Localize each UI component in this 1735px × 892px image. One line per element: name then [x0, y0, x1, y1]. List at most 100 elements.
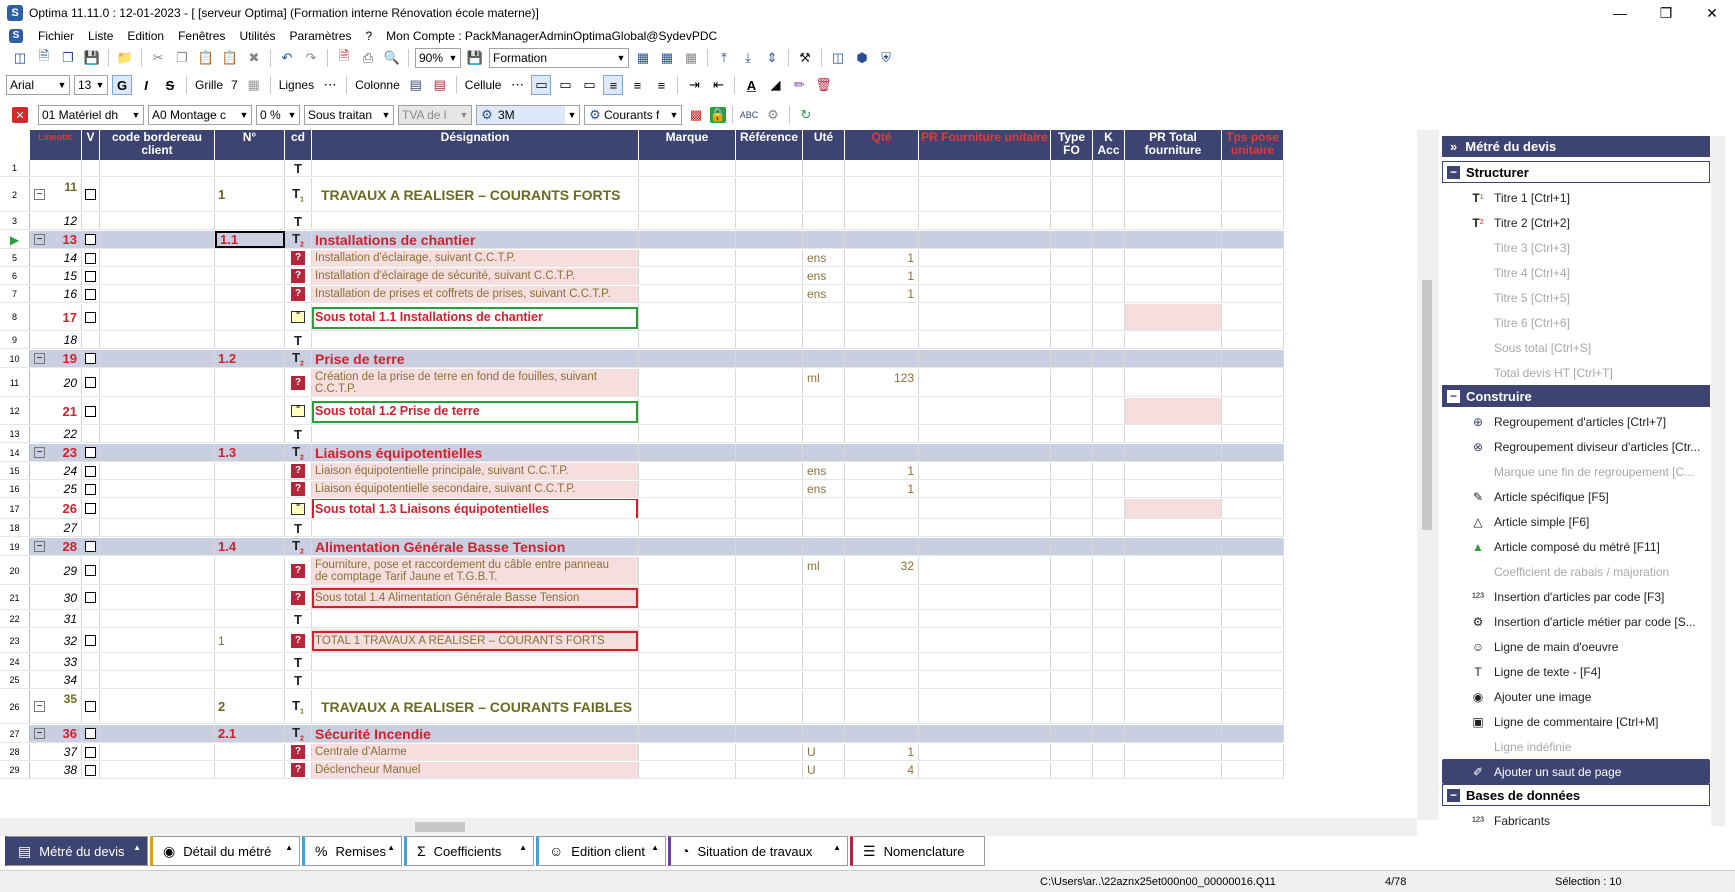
cell[interactable] [1051, 369, 1093, 396]
table-row[interactable]: 8 17 ≡ Sous total 1.1 Installations de chan… [0, 304, 1284, 331]
validate-checkbox[interactable] [85, 592, 96, 603]
cell[interactable] [100, 520, 215, 536]
validate-checkbox[interactable] [85, 635, 96, 646]
cell[interactable] [1051, 332, 1093, 348]
cell[interactable]: 32 [845, 557, 919, 584]
cell[interactable] [100, 690, 215, 723]
fill-color-icon[interactable]: ◢ [765, 75, 785, 95]
cell[interactable] [845, 231, 919, 248]
cell[interactable] [1051, 160, 1093, 176]
cell[interactable] [82, 444, 100, 461]
cell[interactable] [1222, 160, 1284, 176]
cell[interactable]: ? [285, 629, 312, 652]
tab-0[interactable]: ▤ Métré du devis ▲ [5, 836, 148, 866]
cell[interactable] [215, 304, 285, 330]
cell[interactable] [919, 762, 1051, 778]
cell[interactable]: Fourniture, pose et raccordement du câbl… [312, 557, 639, 584]
cell[interactable] [736, 586, 803, 609]
cell[interactable] [1125, 538, 1222, 555]
cell[interactable] [736, 463, 803, 479]
courant-select[interactable]: ⚙ Courants f ▼ [584, 105, 682, 125]
cell[interactable] [803, 426, 845, 442]
cell[interactable] [100, 250, 215, 266]
cell[interactable]: ens [803, 463, 845, 479]
table-row[interactable]: 2−11 1 T1 TRAVAUX A REALISER – COURANTS FOR… [0, 178, 1284, 212]
cell[interactable] [736, 350, 803, 367]
cell[interactable] [845, 611, 919, 627]
cell[interactable] [803, 538, 845, 555]
cell[interactable] [1125, 250, 1222, 266]
cell[interactable] [1125, 350, 1222, 367]
vertical-scrollbar[interactable] [1417, 130, 1439, 820]
column-header[interactable]: K Acc [1093, 130, 1125, 160]
cell[interactable]: 27 [30, 520, 82, 536]
cell[interactable]: ? [285, 744, 312, 760]
cell[interactable]: ? [285, 463, 312, 479]
cell[interactable] [312, 213, 639, 229]
cell[interactable] [639, 398, 736, 424]
cell[interactable] [1093, 557, 1125, 584]
cell[interactable]: − 11 [30, 178, 82, 211]
cell[interactable] [803, 520, 845, 536]
cell[interactable]: 16 [30, 286, 82, 302]
cell[interactable] [639, 444, 736, 461]
cell[interactable]: 1.3 [215, 444, 285, 461]
cell[interactable]: Liaison équipotentielle secondaire, suiv… [312, 481, 639, 497]
cell[interactable] [1093, 444, 1125, 461]
cell[interactable] [1125, 332, 1222, 348]
cell[interactable] [639, 586, 736, 609]
cell[interactable] [1125, 690, 1222, 723]
fontsize-select[interactable]: 13 ▼ [74, 75, 108, 95]
cell[interactable]: ml [803, 369, 845, 396]
cell[interactable] [1051, 629, 1093, 652]
cell[interactable]: TRAVAUX A REALISER – COURANTS FORTS [312, 178, 639, 211]
collapse-toggle[interactable]: − [34, 541, 45, 552]
cell[interactable] [100, 369, 215, 396]
cell[interactable] [736, 499, 803, 518]
cell[interactable] [639, 520, 736, 536]
dash-line-icon[interactable]: ⋯ [320, 75, 340, 95]
cell[interactable] [845, 304, 919, 330]
cell[interactable] [1093, 463, 1125, 479]
cell[interactable] [639, 762, 736, 778]
cell[interactable] [1222, 538, 1284, 555]
cell[interactable]: ml [803, 557, 845, 584]
cell[interactable] [215, 250, 285, 266]
panel-item[interactable]: ⚙ Insertion d'article métier par code [S.… [1442, 609, 1710, 634]
cell[interactable] [82, 160, 100, 176]
column-header[interactable]: PR Fourniture unitaire [919, 130, 1051, 160]
cell[interactable]: 2 [215, 690, 285, 723]
cell[interactable]: Sous total 1.3 Liaisons équipotentielles [312, 499, 639, 518]
cell[interactable] [100, 213, 215, 229]
cell[interactable] [1093, 332, 1125, 348]
collapse-toggle[interactable]: − [34, 234, 45, 245]
cell[interactable] [1125, 586, 1222, 609]
column-header[interactable] [0, 130, 30, 160]
cell[interactable] [639, 332, 736, 348]
cell[interactable] [1125, 426, 1222, 442]
cell[interactable] [82, 398, 100, 424]
cell[interactable] [1125, 178, 1222, 211]
cell[interactable] [82, 426, 100, 442]
column-header[interactable]: Type FO [1051, 130, 1093, 160]
panel-item[interactable]: ⊗ Regroupement diviseur d'articles [Ctr..… [1442, 434, 1710, 459]
table-row[interactable]: 10 − 19 1.2 T2 Prise de terre [0, 350, 1284, 368]
cell[interactable] [1093, 520, 1125, 536]
cell[interactable] [1125, 268, 1222, 284]
tab-6[interactable]: ☰ Nomenclature [850, 836, 985, 866]
cell[interactable]: ens [803, 250, 845, 266]
table-row[interactable]: 22 31 T [0, 611, 1284, 628]
cell[interactable]: T [285, 426, 312, 442]
cell[interactable] [1125, 557, 1222, 584]
cell[interactable]: T [285, 654, 312, 670]
cell[interactable] [845, 178, 919, 211]
cell[interactable] [312, 160, 639, 176]
cell[interactable]: 31 [30, 611, 82, 627]
undo-icon[interactable]: ↶ [277, 48, 297, 68]
horizontal-scrollbar[interactable] [0, 818, 1417, 836]
cell[interactable] [803, 629, 845, 652]
cell[interactable] [82, 231, 100, 248]
cell[interactable] [100, 160, 215, 176]
cell[interactable]: 26 [30, 499, 82, 518]
cell[interactable] [82, 178, 100, 211]
